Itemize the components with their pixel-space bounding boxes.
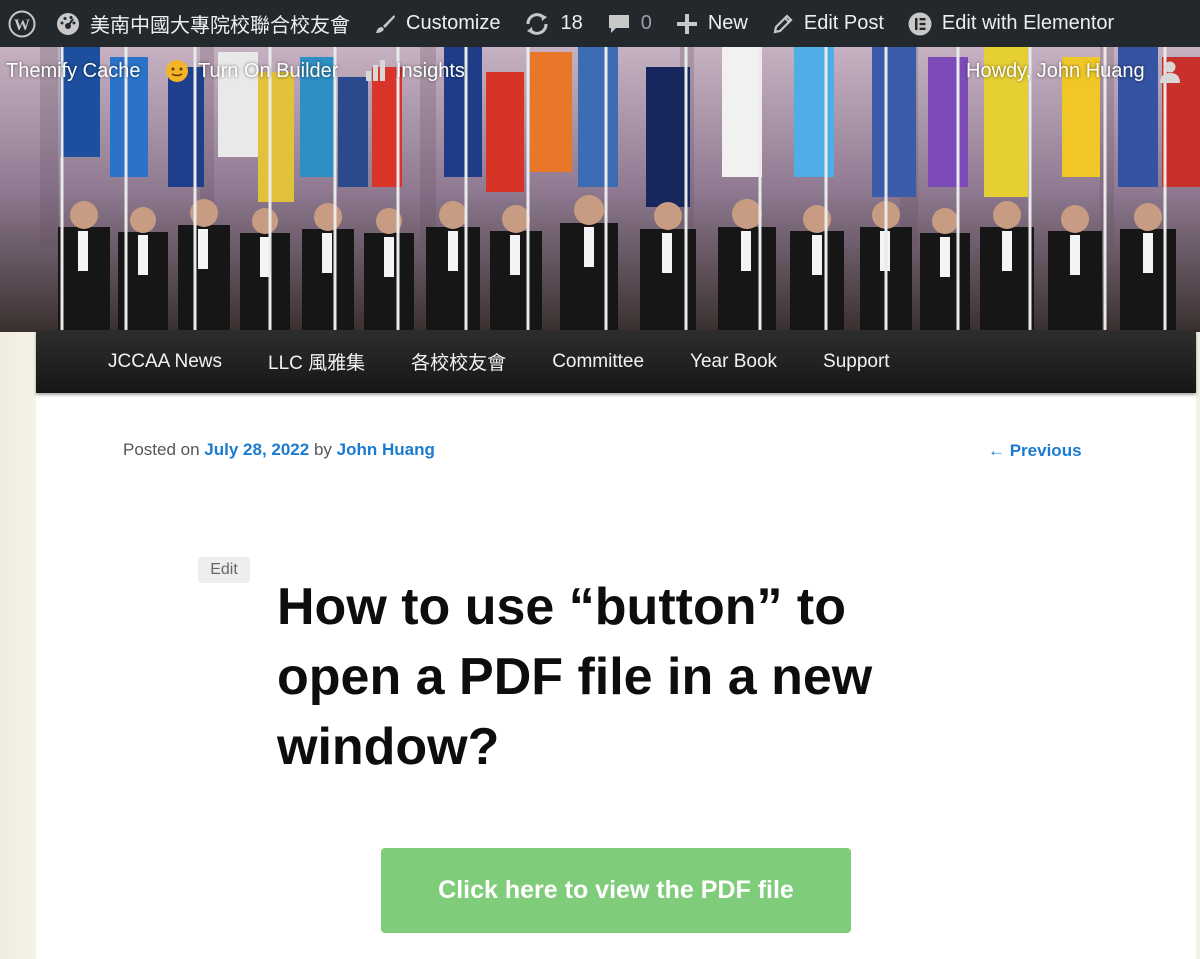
nav-item-school-alumni[interactable]: 各校校友會: [411, 348, 506, 375]
nav-item-llc[interactable]: LLC 風雅集: [268, 348, 365, 375]
bar-chart-icon: [366, 60, 385, 81]
turn-on-builder-button[interactable]: Turn On Builder: [164, 58, 338, 84]
comment-icon: [608, 14, 629, 33]
updates-icon: [526, 12, 548, 35]
insights-label: Insights: [396, 59, 465, 82]
insights-button[interactable]: Insights: [364, 59, 465, 83]
admin-bar: W 美南中國大專院校聯合校友會 Customize 18 0 New Edit …: [0, 0, 1200, 47]
edit-post-link[interactable]: Edit: [198, 557, 250, 583]
author-link[interactable]: John Huang: [337, 440, 435, 459]
my-account-button[interactable]: Howdy, John Huang: [966, 58, 1183, 84]
plus-icon: [676, 13, 697, 34]
previous-post-link[interactable]: ← Previous: [988, 441, 1082, 461]
by-label: by: [313, 440, 332, 459]
edit-with-elementor-button[interactable]: Edit with Elementor: [896, 0, 1126, 47]
user-avatar-icon: [1159, 61, 1180, 83]
comments-button[interactable]: 0: [595, 0, 664, 47]
themify-cache-button[interactable]: Themify Cache: [6, 60, 141, 83]
nav-item-jccaa-news[interactable]: JCCAA News: [108, 351, 222, 373]
post-title: How to use “button” to open a PDF file i…: [277, 578, 873, 776]
pencil-icon: [773, 13, 793, 33]
new-content-button[interactable]: New: [664, 0, 760, 47]
elementor-icon: [908, 12, 932, 35]
themify-cache-label: Themify Cache: [6, 59, 141, 82]
wordpress-logo-button[interactable]: W: [0, 0, 44, 47]
new-label: New: [707, 12, 748, 34]
updates-count: 18: [560, 12, 583, 34]
builder-face-icon: [166, 60, 188, 82]
edit-elementor-label: Edit with Elementor: [941, 12, 1115, 34]
howdy-label: Howdy, John Huang: [966, 59, 1145, 82]
post-date-link[interactable]: July 28, 2022: [204, 440, 309, 459]
dashboard-icon: [57, 12, 79, 35]
main-navigation: JCCAA News LLC 風雅集 各校校友會 Committee Year …: [36, 330, 1196, 393]
site-name-label: 美南中國大專院校聯合校友會: [90, 15, 350, 37]
nav-item-committee[interactable]: Committee: [552, 351, 644, 373]
nav-item-support[interactable]: Support: [823, 351, 890, 373]
nav-item-year-book[interactable]: Year Book: [690, 351, 777, 373]
svg-text:W: W: [14, 17, 30, 34]
customize-button[interactable]: Customize: [362, 0, 512, 47]
paintbrush-icon: [376, 14, 395, 33]
view-pdf-button[interactable]: Click here to view the PDF file: [381, 848, 851, 933]
comments-count: 0: [640, 12, 652, 34]
post-meta: Posted on July 28, 2022 by John Huang: [123, 440, 435, 460]
turn-on-builder-label: Turn On Builder: [198, 59, 339, 82]
edit-post-button[interactable]: Edit Post: [760, 0, 896, 47]
posted-on-prefix: Posted on: [123, 440, 200, 459]
edit-post-label: Edit Post: [803, 12, 884, 34]
updates-button[interactable]: 18: [512, 0, 594, 47]
admin-bar-secondary: Themify Cache Turn On Builder Insights H…: [0, 47, 1200, 95]
customize-label: Customize: [406, 12, 501, 34]
site-name-button[interactable]: 美南中國大專院校聯合校友會: [44, 0, 362, 47]
wordpress-icon: W: [8, 10, 36, 37]
